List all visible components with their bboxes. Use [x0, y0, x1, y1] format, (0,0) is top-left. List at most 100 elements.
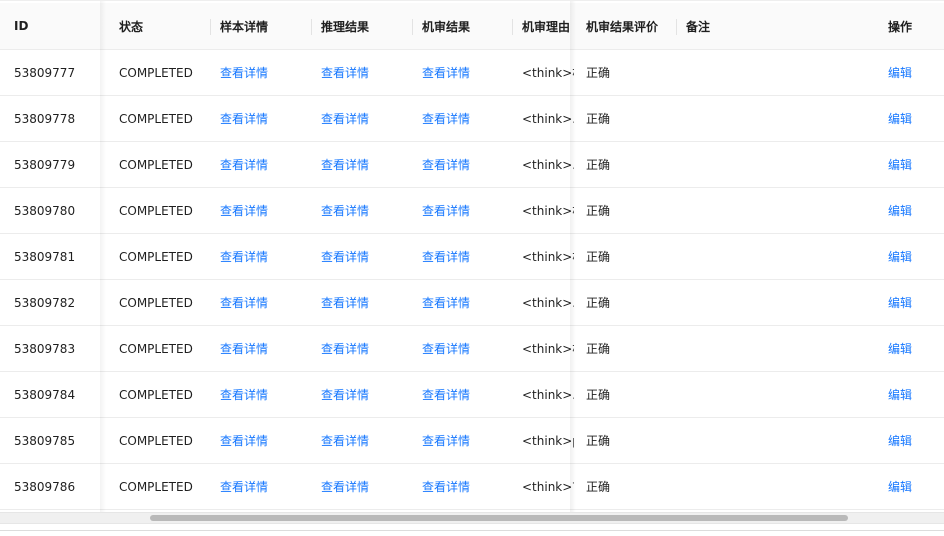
cell-status: COMPLETED [119, 65, 193, 80]
table-row: 53809777COMPLETED查看详情查看详情查看详情<think>根正确编… [0, 50, 944, 96]
cell-machine-review-reason: <think>... [522, 111, 574, 126]
view-inference-result-link[interactable]: 查看详情 [321, 326, 411, 371]
header-note[interactable]: 备注 [686, 3, 876, 49]
cell-id: 53809783 [14, 341, 76, 356]
view-inference-result-link[interactable]: 查看详情 [321, 50, 411, 95]
cell-machine-review-evaluation: 正确 [586, 480, 611, 494]
cell-machine-review-evaluation: 正确 [586, 434, 611, 448]
view-inference-result-link[interactable]: 查看详情 [321, 464, 411, 509]
edit-button[interactable]: 编辑 [888, 280, 938, 325]
header-machine-review-evaluation[interactable]: 机审结果评价 [586, 3, 676, 49]
header-status[interactable]: 状态 [119, 3, 214, 49]
results-table: ID 状态 样本详情 推理结果 机审结果 机审理由 机审结果评价 备注 操作 5… [0, 0, 944, 513]
view-machine-review-result-link[interactable]: 查看详情 [422, 464, 512, 509]
cell-id: 53809782 [14, 295, 76, 310]
horizontal-scrollbar[interactable] [0, 512, 944, 524]
table-row: 53809781COMPLETED查看详情查看详情查看详情<think>根正确编… [0, 234, 944, 280]
view-machine-review-result-link[interactable]: 查看详情 [422, 234, 512, 279]
cell-status: COMPLETED [119, 157, 193, 172]
edit-button[interactable]: 编辑 [888, 418, 938, 463]
cell-machine-review-evaluation: 正确 [586, 112, 611, 126]
view-sample-details-link[interactable]: 查看详情 [220, 188, 310, 233]
view-inference-result-link[interactable]: 查看详情 [321, 188, 411, 233]
header-id[interactable]: ID [14, 3, 104, 49]
cell-machine-review-evaluation: 正确 [586, 204, 611, 218]
view-machine-review-result-link[interactable]: 查看详情 [422, 326, 512, 371]
cell-id: 53809777 [14, 65, 76, 80]
view-sample-details-link[interactable]: 查看详情 [220, 142, 310, 187]
view-sample-details-link[interactable]: 查看详情 [220, 280, 310, 325]
header-machine-review-result[interactable]: 机审结果 [422, 3, 512, 49]
cell-status: COMPLETED [119, 249, 193, 264]
cell-machine-review-reason: <think>根 [522, 66, 574, 80]
cell-note [686, 372, 876, 417]
view-machine-review-result-link[interactable]: 查看详情 [422, 280, 512, 325]
view-sample-details-link[interactable]: 查看详情 [220, 50, 310, 95]
cell-machine-review-evaluation: 正确 [586, 388, 611, 402]
cell-id: 53809785 [14, 433, 76, 448]
cell-note [686, 96, 876, 141]
edit-button[interactable]: 编辑 [888, 96, 938, 141]
cell-machine-review-reason: <think>pl [522, 433, 574, 448]
cell-status: COMPLETED [119, 433, 193, 448]
view-inference-result-link[interactable]: 查看详情 [321, 96, 411, 141]
cell-machine-review-evaluation: 正确 [586, 296, 611, 310]
header-divider [311, 19, 312, 35]
table-row: 53809783COMPLETED查看详情查看详情查看详情<think>根正确编… [0, 326, 944, 372]
edit-button[interactable]: 编辑 [888, 326, 938, 371]
cell-id: 53809784 [14, 387, 76, 402]
view-machine-review-result-link[interactable]: 查看详情 [422, 96, 512, 141]
table-row: 53809778COMPLETED查看详情查看详情查看详情<think>...正… [0, 96, 944, 142]
view-inference-result-link[interactable]: 查看详情 [321, 418, 411, 463]
cell-status: COMPLETED [119, 203, 193, 218]
cell-note [686, 188, 876, 233]
edit-button[interactable]: 编辑 [888, 464, 938, 509]
view-sample-details-link[interactable]: 查看详情 [220, 372, 310, 417]
table-header: ID 状态 样本详情 推理结果 机审结果 机审理由 机审结果评价 备注 操作 [0, 3, 944, 50]
header-inference-result[interactable]: 推理结果 [321, 3, 411, 49]
cell-machine-review-evaluation: 正确 [586, 250, 611, 264]
view-inference-result-link[interactable]: 查看详情 [321, 280, 411, 325]
edit-button[interactable]: 编辑 [888, 142, 938, 187]
header-machine-review-reason[interactable]: 机审理由 [522, 3, 574, 49]
edit-button[interactable]: 编辑 [888, 50, 938, 95]
cell-note [686, 280, 876, 325]
header-sample-details[interactable]: 样本详情 [220, 3, 310, 49]
cell-machine-review-evaluation: 正确 [586, 342, 611, 356]
view-machine-review-result-link[interactable]: 查看详情 [422, 372, 512, 417]
cell-id: 53809778 [14, 111, 76, 126]
view-sample-details-link[interactable]: 查看详情 [220, 234, 310, 279]
view-machine-review-result-link[interactable]: 查看详情 [422, 50, 512, 95]
edit-button[interactable]: 编辑 [888, 188, 938, 233]
table-row: 53809784COMPLETED查看详情查看详情查看详情<think>...正… [0, 372, 944, 418]
view-machine-review-result-link[interactable]: 查看详情 [422, 142, 512, 187]
view-machine-review-result-link[interactable]: 查看详情 [422, 418, 512, 463]
cell-note [686, 50, 876, 95]
edit-button[interactable]: 编辑 [888, 234, 938, 279]
cell-note [686, 142, 876, 187]
scrollbar-thumb[interactable] [150, 515, 848, 521]
cell-machine-review-reason: <think>根 [522, 250, 574, 264]
cell-machine-review-reason: <think>根 [522, 342, 574, 356]
header-divider [512, 19, 513, 35]
header-divider [210, 19, 211, 35]
cell-machine-review-evaluation: 正确 [586, 158, 611, 172]
view-inference-result-link[interactable]: 查看详情 [321, 142, 411, 187]
view-sample-details-link[interactable]: 查看详情 [220, 418, 310, 463]
cell-note [686, 464, 876, 509]
cell-note [686, 326, 876, 371]
bottom-divider [0, 530, 944, 531]
view-inference-result-link[interactable]: 查看详情 [321, 234, 411, 279]
cell-note [686, 418, 876, 463]
view-sample-details-link[interactable]: 查看详情 [220, 326, 310, 371]
view-sample-details-link[interactable]: 查看详情 [220, 464, 310, 509]
header-operation[interactable]: 操作 [888, 3, 938, 49]
cell-status: COMPLETED [119, 111, 193, 126]
edit-button[interactable]: 编辑 [888, 372, 938, 417]
header-divider [676, 19, 677, 35]
cell-id: 53809781 [14, 249, 76, 264]
view-inference-result-link[interactable]: 查看详情 [321, 372, 411, 417]
view-sample-details-link[interactable]: 查看详情 [220, 96, 310, 141]
view-machine-review-result-link[interactable]: 查看详情 [422, 188, 512, 233]
cell-status: COMPLETED [119, 341, 193, 356]
